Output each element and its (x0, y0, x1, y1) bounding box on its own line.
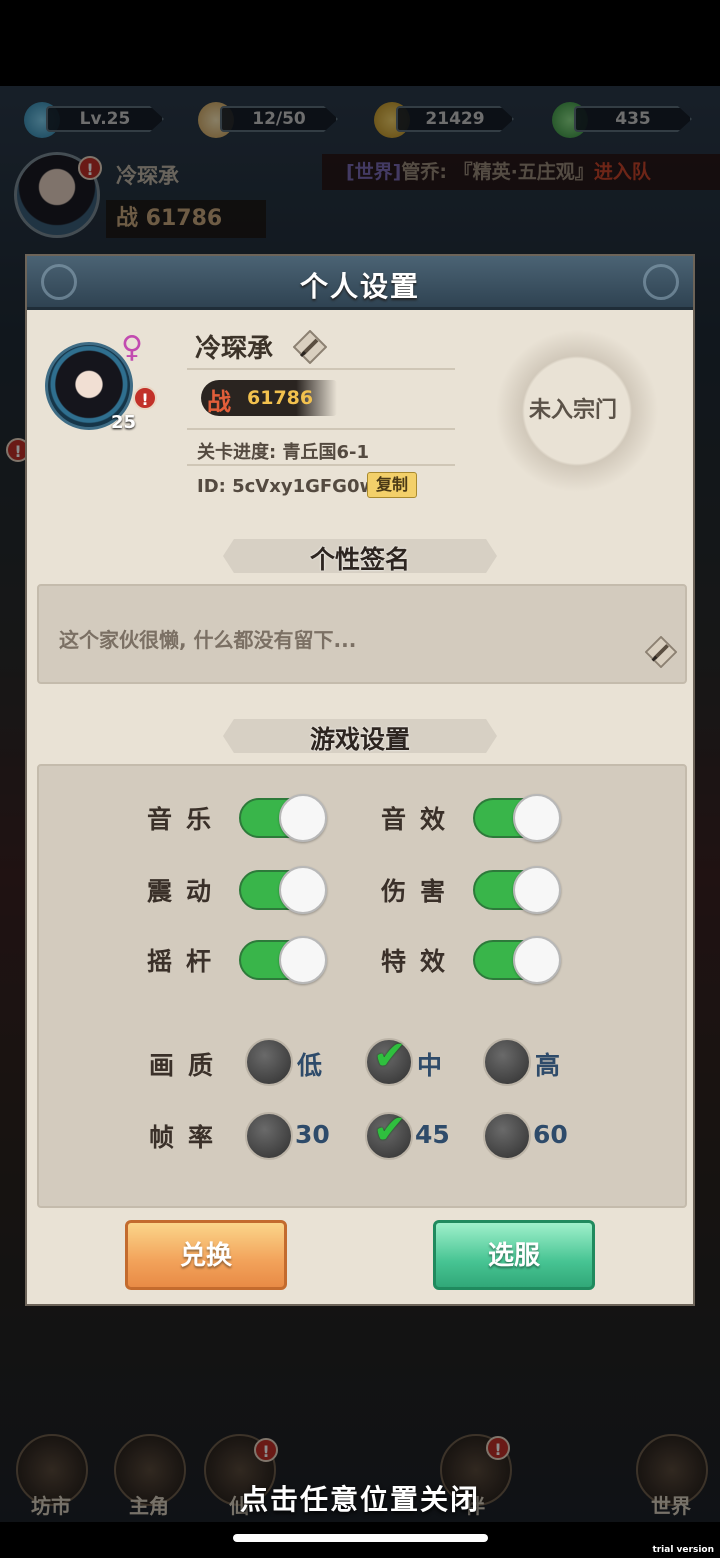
music-label: 音乐 (147, 805, 226, 834)
quality-mid-radio[interactable]: ✔ (365, 1033, 413, 1086)
dialog-title-bar: 个人设置 (27, 256, 693, 310)
close-hint: 点击任意位置关闭 (239, 1483, 480, 1516)
personal-settings-dialog: 个人设置 ♀ ! 25 冷琛承 战 61786 关卡进度: 青丘国6-1 ID:… (25, 254, 695, 1306)
quality-high-radio[interactable] (483, 1038, 531, 1086)
settings-box: 音乐 音效 震动 伤害 摇杆 特效 画质 低 ✔ 中 高 帧率 30 ✔ 45 … (37, 764, 687, 1208)
damage-label: 伤害 (381, 877, 460, 906)
player-id: ID: 5cVxy1GFG0w (197, 476, 377, 497)
edit-name-icon[interactable] (293, 330, 327, 364)
joystick-label: 摇杆 (147, 947, 226, 976)
exchange-button[interactable]: 兑换 (125, 1220, 287, 1290)
toggle-knob (513, 866, 561, 914)
vibration-label: 震动 (147, 877, 226, 906)
sound-effects-label: 音效 (381, 805, 460, 834)
framerate-60-label: 60 (533, 1120, 568, 1149)
framerate-label: 帧率 (149, 1123, 228, 1152)
profile-name: 冷琛承 (195, 334, 274, 364)
effects-label: 特效 (381, 947, 460, 976)
vibration-toggle[interactable] (239, 866, 327, 914)
progress-divider (187, 464, 455, 466)
signature-text: 这个家伙很懒, 什么都没有留下... (59, 628, 357, 652)
framerate-45-radio[interactable]: ✔ (365, 1107, 413, 1160)
quality-low-radio[interactable] (245, 1038, 293, 1086)
quality-mid-label: 中 (417, 1051, 443, 1080)
framerate-45-label: 45 (415, 1120, 450, 1149)
quality-low-label: 低 (297, 1051, 323, 1080)
signature-box[interactable]: 这个家伙很懒, 什么都没有留下... (37, 584, 687, 684)
dialog-title: 个人设置 (299, 270, 420, 303)
checkmark-icon: ✔ (373, 1033, 407, 1079)
toggle-knob (513, 794, 561, 842)
profile-level: 25 (111, 412, 137, 433)
female-icon: ♀ (121, 330, 143, 365)
effects-toggle[interactable] (473, 936, 561, 984)
avatar-alert-badge: ! (133, 386, 157, 410)
checkmark-icon: ✔ (373, 1107, 407, 1153)
profile-power: 战 61786 (201, 380, 337, 416)
select-server-button[interactable]: 选服 (433, 1220, 595, 1290)
music-toggle[interactable] (239, 794, 327, 842)
sect-status: 未入宗门 (529, 398, 618, 423)
power-label: 战 (207, 388, 231, 416)
home-indicator[interactable] (233, 1534, 488, 1542)
damage-toggle[interactable] (473, 866, 561, 914)
settings-header: 游戏设置 (309, 725, 410, 754)
edit-signature-icon[interactable] (645, 636, 677, 668)
framerate-30-label: 30 (295, 1120, 330, 1149)
power-divider (187, 428, 455, 430)
quality-label: 画质 (149, 1051, 228, 1080)
toggle-knob (279, 794, 327, 842)
joystick-toggle[interactable] (239, 936, 327, 984)
toggle-knob (513, 936, 561, 984)
signature-header: 个性签名 (309, 545, 410, 574)
framerate-60-radio[interactable] (483, 1112, 531, 1160)
name-divider (187, 368, 455, 370)
stage-progress: 关卡进度: 青丘国6-1 (197, 442, 369, 463)
framerate-30-radio[interactable] (245, 1112, 293, 1160)
toggle-knob (279, 936, 327, 984)
power-value: 61786 (247, 387, 314, 409)
toggle-knob (279, 866, 327, 914)
quality-high-label: 高 (535, 1051, 561, 1080)
sound-effects-toggle[interactable] (473, 794, 561, 842)
copy-id-button[interactable]: 复制 (367, 472, 417, 498)
trial-watermark: trial version (652, 1545, 714, 1555)
